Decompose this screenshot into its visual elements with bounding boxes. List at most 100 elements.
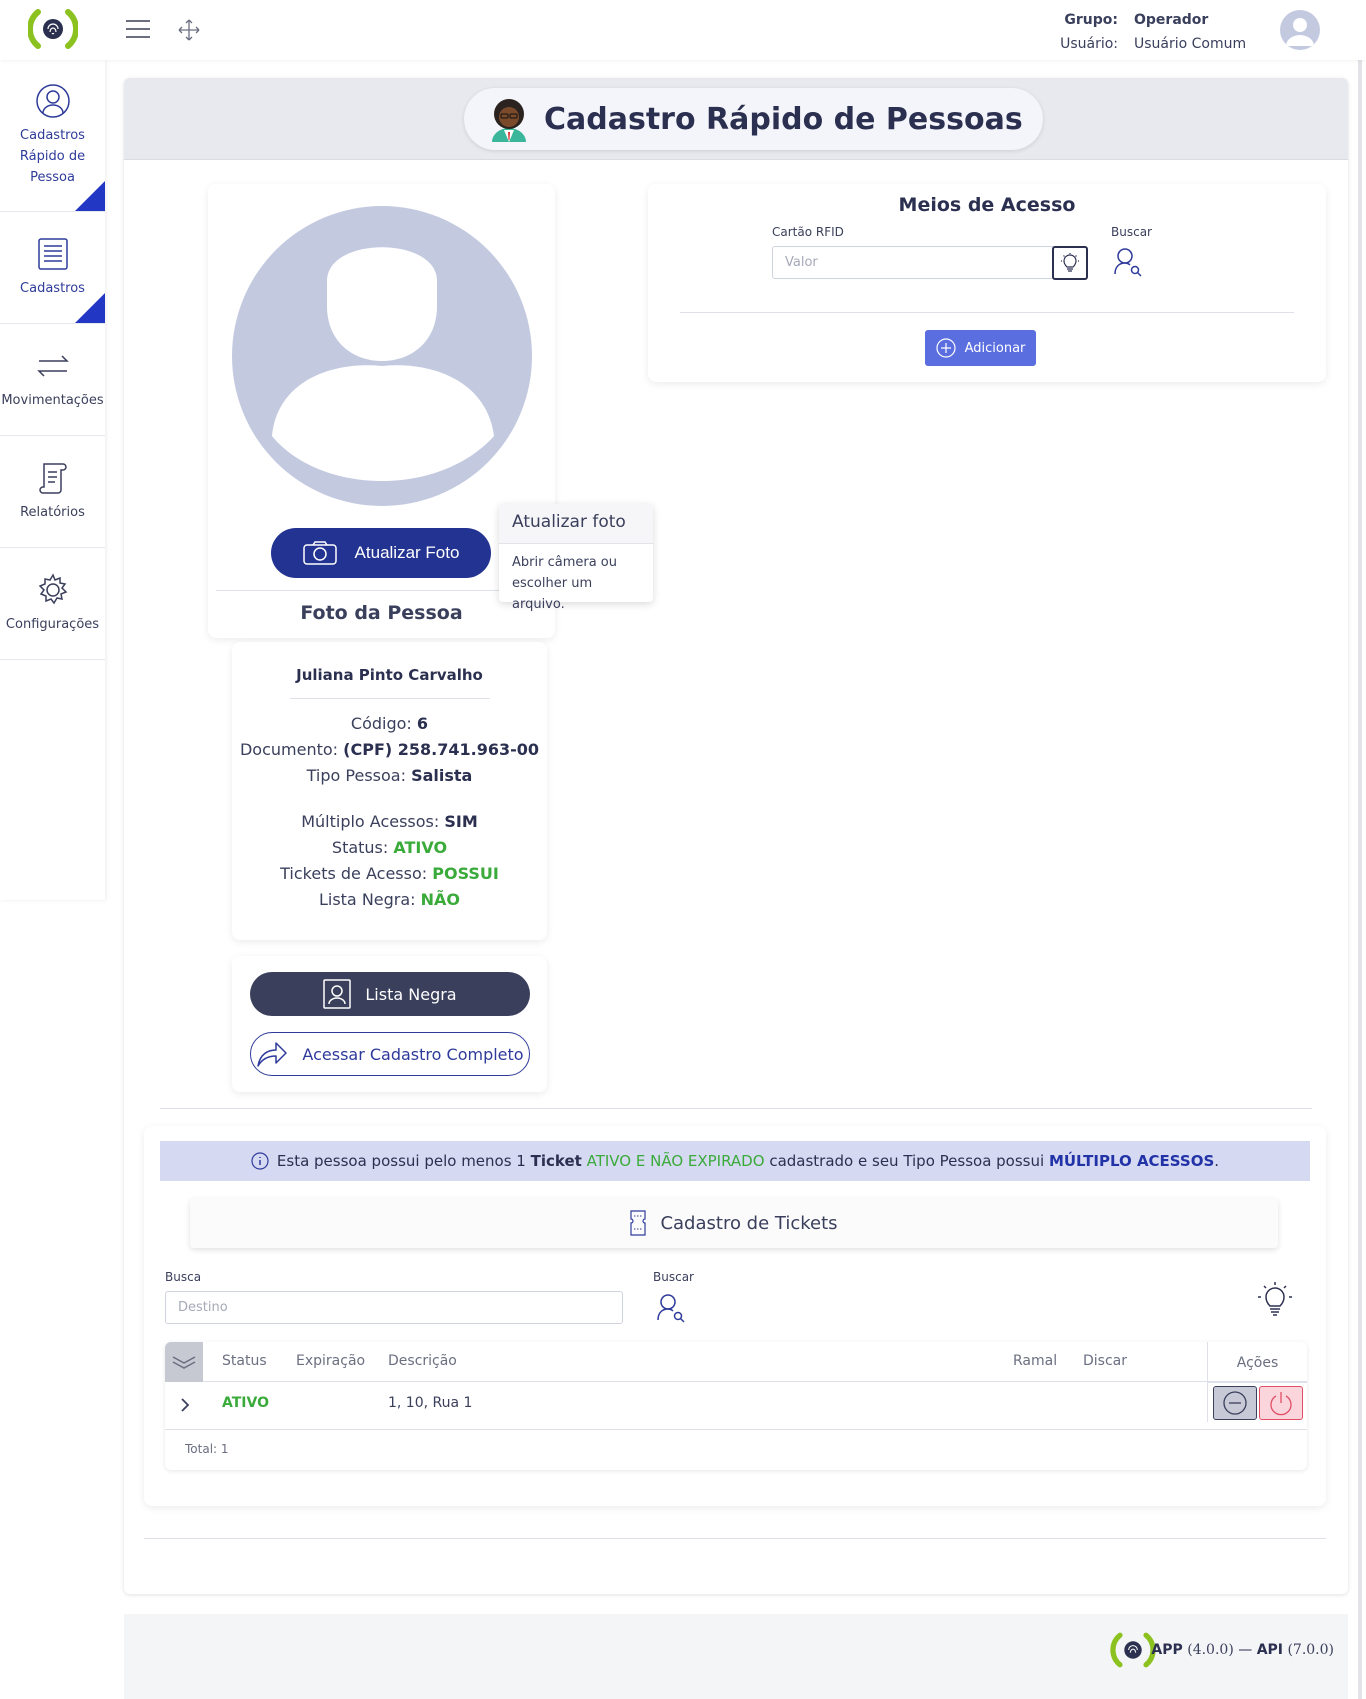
tipo-label: Tipo Pessoa: bbox=[306, 766, 406, 785]
table-row[interactable]: ATIVO 1, 10, Rua 1 bbox=[165, 1382, 1307, 1430]
chevron-right-icon[interactable] bbox=[175, 1395, 195, 1415]
col-ramal[interactable]: Ramal bbox=[1013, 1353, 1057, 1369]
share-arrow-icon bbox=[257, 1042, 288, 1067]
gear-icon bbox=[38, 573, 67, 605]
active-corner-marker bbox=[75, 181, 105, 211]
tooltip-body: Abrir câmera ou escolher um arquivo. bbox=[512, 555, 617, 612]
multiplo-line: Múltiplo Acessos: SIM bbox=[232, 809, 547, 835]
user-avatar[interactable] bbox=[1280, 10, 1320, 50]
api-label: API bbox=[1256, 1642, 1283, 1658]
lista-negra-button[interactable]: Lista Negra bbox=[250, 972, 530, 1016]
app-label: APP bbox=[1151, 1642, 1183, 1658]
rfid-read-button[interactable] bbox=[1052, 246, 1088, 280]
tickets-card: Esta pessoa possui pelo menos 1 Ticket A… bbox=[144, 1126, 1326, 1506]
power-icon bbox=[1270, 1392, 1292, 1416]
person-placeholder-icon bbox=[272, 247, 494, 481]
lightbulb-icon[interactable] bbox=[1256, 1279, 1294, 1319]
meios-acesso-card: Meios de Acesso Cartão RFID Buscar Adici… bbox=[648, 184, 1326, 382]
chevron-double-down-icon bbox=[172, 1356, 196, 1369]
person-info-card: Juliana Pinto Carvalho Código: 6 Documen… bbox=[232, 642, 547, 940]
documento-label: Documento: bbox=[239, 740, 339, 759]
alert-end: . bbox=[1214, 1152, 1220, 1170]
sidebar-item-label: Relatórios bbox=[20, 505, 85, 520]
fullscreen-move-icon[interactable] bbox=[178, 19, 200, 41]
person-actions-card: Lista Negra Acessar Cadastro Completo bbox=[232, 956, 547, 1092]
acessar-cadastro-button[interactable]: Acessar Cadastro Completo bbox=[250, 1032, 530, 1076]
documento-line: Documento: (CPF) 258.741.963-00 bbox=[232, 737, 547, 763]
update-photo-label: Atualizar Foto bbox=[354, 543, 460, 562]
lista-value: NÃO bbox=[420, 890, 461, 909]
active-corner-marker bbox=[75, 293, 105, 323]
meios-title: Meios de Acesso bbox=[898, 194, 1076, 216]
search-person-icon[interactable] bbox=[1112, 246, 1144, 278]
adicionar-button[interactable]: Adicionar bbox=[925, 330, 1036, 366]
sidebar-item-label: Configurações bbox=[5, 617, 100, 632]
tickets-table: Status Expiração Descrição Ramal Discar … bbox=[165, 1342, 1307, 1470]
sidebar-item-relatorios[interactable]: Relatórios bbox=[0, 436, 105, 548]
camera-icon bbox=[302, 541, 337, 565]
arrows-exchange-icon bbox=[36, 355, 69, 377]
minus-circle-icon bbox=[1223, 1391, 1247, 1415]
tickets-section-title: Cadastro de Tickets bbox=[660, 1212, 838, 1234]
sidebar-item-movimentacoes[interactable]: Movimentações bbox=[0, 324, 105, 436]
report-scroll-icon bbox=[38, 463, 67, 494]
group-value: Operador bbox=[1134, 12, 1209, 28]
lista-negra-label: Lista Negra bbox=[365, 984, 457, 1004]
power-ticket-button[interactable] bbox=[1259, 1386, 1303, 1420]
alert-ticket: Ticket bbox=[530, 1152, 582, 1170]
deactivate-ticket-button[interactable] bbox=[1213, 1386, 1257, 1420]
documento-value: (CPF) 258.741.963-00 bbox=[343, 740, 540, 759]
footer: APP (4.0.0) — API (7.0.0) bbox=[124, 1614, 1348, 1699]
person-name: Juliana Pinto Carvalho bbox=[296, 666, 483, 684]
page-scrollbar[interactable] bbox=[1358, 60, 1362, 1699]
table-header: Status Expiração Descrição Ramal Discar bbox=[165, 1342, 1307, 1382]
row-status: ATIVO bbox=[222, 1395, 269, 1411]
buscar-label: Buscar bbox=[1111, 225, 1152, 239]
col-discar[interactable]: Discar bbox=[1083, 1353, 1127, 1369]
update-photo-button[interactable]: Atualizar Foto bbox=[271, 528, 491, 578]
busca-label: Busca bbox=[165, 1270, 202, 1284]
col-acoes: Ações bbox=[1236, 1355, 1279, 1371]
destino-search-input[interactable] bbox=[165, 1291, 623, 1324]
app-logo[interactable] bbox=[28, 6, 78, 52]
ticket-alert: Esta pessoa possui pelo menos 1 Ticket A… bbox=[160, 1141, 1310, 1181]
col-expiracao[interactable]: Expiração bbox=[296, 1353, 365, 1369]
adicionar-label: Adicionar bbox=[964, 340, 1026, 356]
divider bbox=[160, 1108, 1312, 1109]
expand-all-button[interactable] bbox=[165, 1342, 203, 1382]
app-version: (4.0.0) bbox=[1187, 1642, 1234, 1658]
sidebar-item-label: Cadastros Rápido de Pessoa bbox=[19, 128, 86, 185]
version-separator: — bbox=[1238, 1642, 1253, 1658]
user-avatar-icon bbox=[1286, 18, 1314, 46]
person-photo bbox=[232, 206, 532, 506]
lista-line: Lista Negra: NÃO bbox=[232, 887, 547, 913]
status-line: Status: ATIVO bbox=[232, 835, 547, 861]
tipo-value: Salista bbox=[411, 766, 473, 785]
group-label: Grupo: bbox=[1064, 12, 1118, 28]
page-header: Cadastro Rápido de Pessoas bbox=[124, 78, 1348, 160]
alert-text-mid: cadastrado e seu Tipo Pessoa possui bbox=[769, 1152, 1045, 1170]
lightbulb-icon bbox=[1061, 253, 1079, 272]
status-label: Status: bbox=[331, 838, 389, 857]
lista-label: Lista Negra: bbox=[318, 890, 416, 909]
col-status[interactable]: Status bbox=[222, 1353, 267, 1369]
page-title-pill: Cadastro Rápido de Pessoas bbox=[464, 88, 1043, 150]
codigo-value: 6 bbox=[416, 714, 429, 733]
sidebar-item-label: Movimentações bbox=[1, 393, 104, 408]
rfid-input[interactable] bbox=[772, 246, 1056, 279]
acoes-column: Ações bbox=[1207, 1342, 1307, 1422]
sidebar-item-configuracoes[interactable]: Configurações bbox=[0, 548, 105, 660]
sidebar-item-cadastro-rapido[interactable]: Cadastros Rápido de Pessoa bbox=[0, 60, 105, 212]
sidebar-item-cadastros[interactable]: Cadastros bbox=[0, 212, 105, 324]
search-person-icon[interactable] bbox=[655, 1292, 687, 1324]
user-value: Usuário Comum bbox=[1134, 36, 1247, 52]
top-header: Grupo: Operador Usuário: Usuário Comum bbox=[0, 0, 1366, 60]
col-descricao[interactable]: Descrição bbox=[388, 1353, 457, 1369]
menu-toggle-button[interactable] bbox=[126, 20, 150, 40]
divider bbox=[289, 698, 490, 699]
page-title: Cadastro Rápido de Pessoas bbox=[544, 101, 1023, 137]
user-info: Grupo: Operador Usuário: Usuário Comum bbox=[1040, 8, 1246, 56]
codigo-line: Código: 6 bbox=[232, 711, 547, 737]
ticket-icon bbox=[630, 1210, 647, 1236]
contact-card-icon bbox=[323, 979, 352, 1009]
